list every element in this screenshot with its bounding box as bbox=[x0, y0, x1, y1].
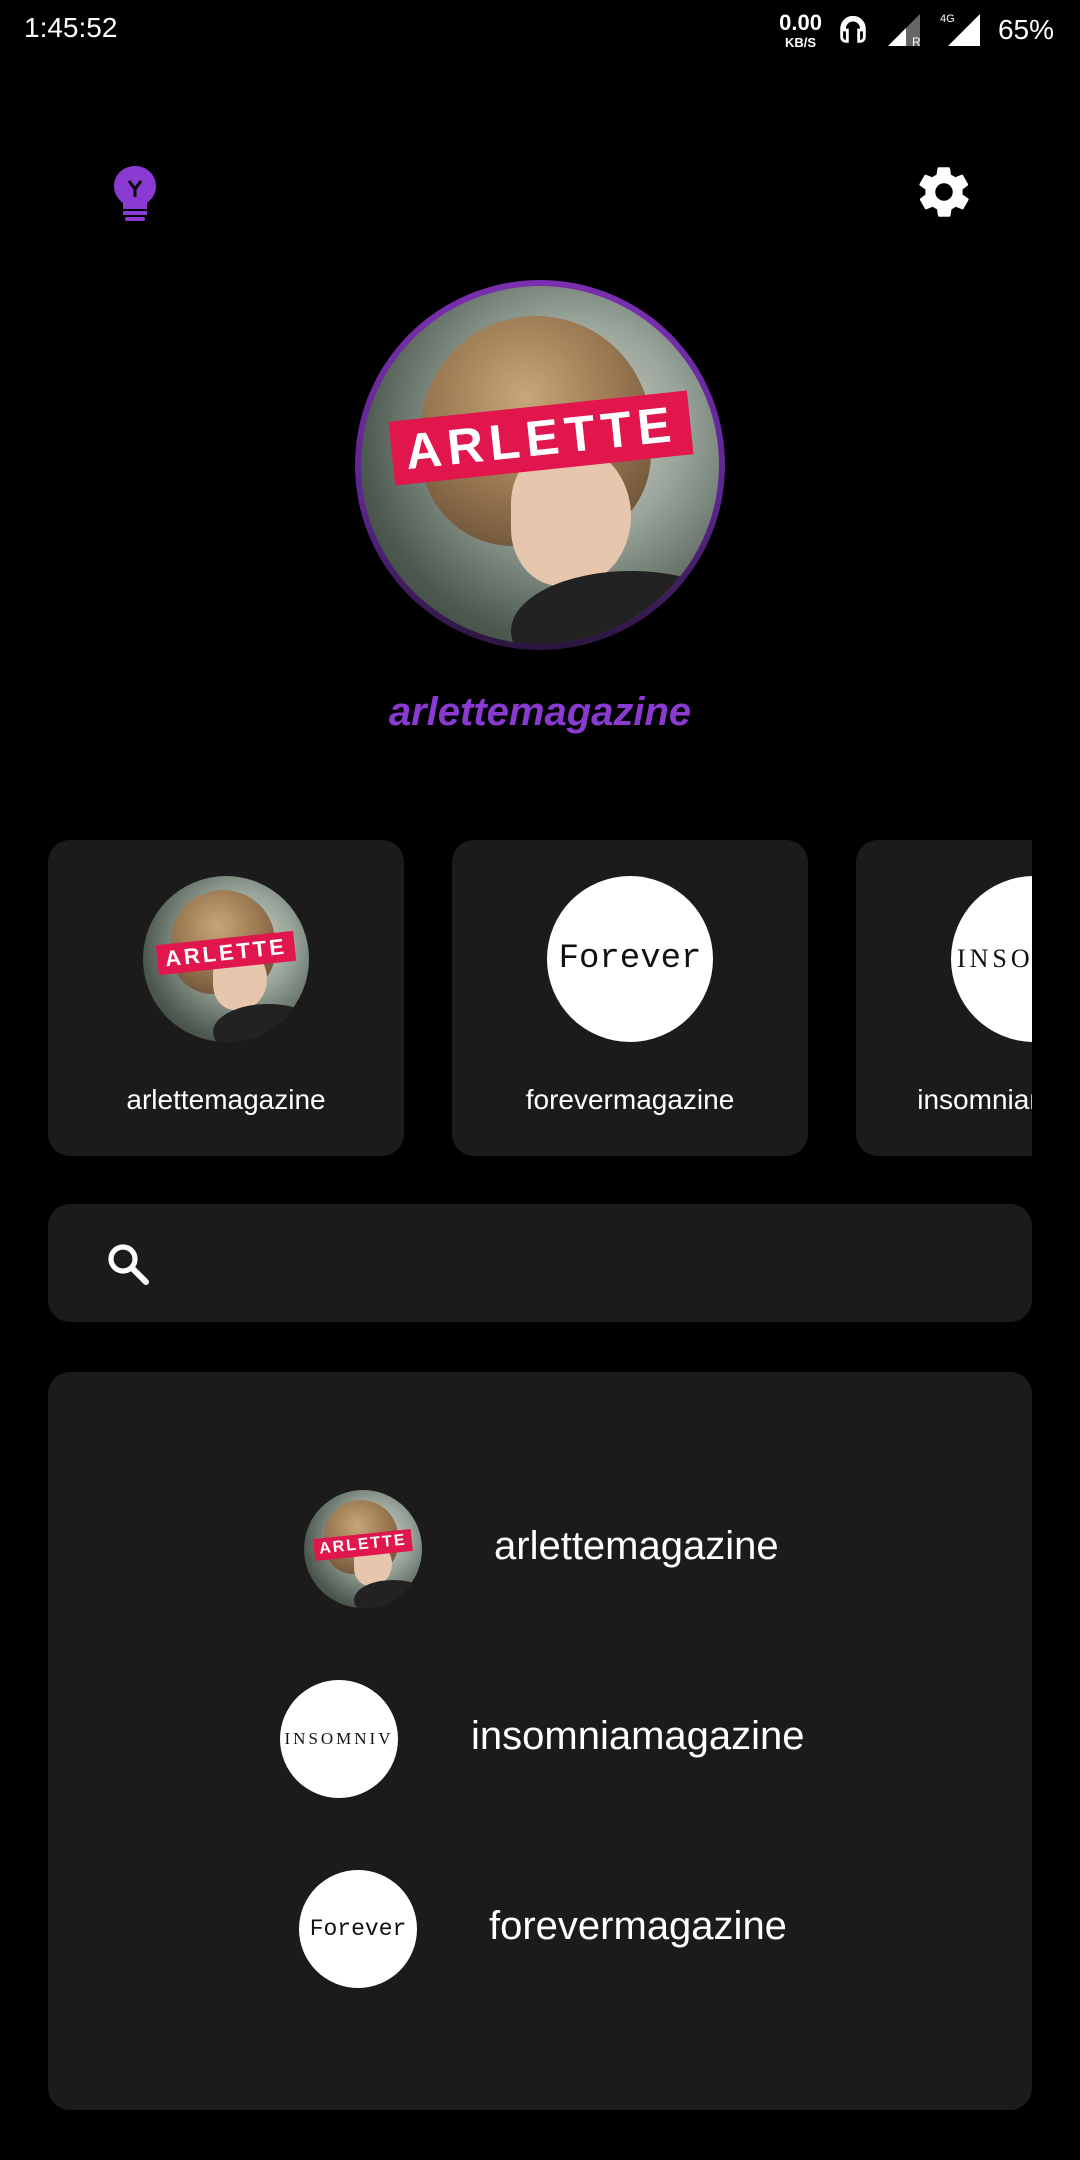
list-item[interactable]: Forever forevermagazine bbox=[48, 1870, 1032, 1990]
profile-name: arlettemagazine bbox=[388, 690, 692, 734]
avatar-shoulder bbox=[213, 1004, 309, 1042]
signal-roaming-badge: R bbox=[912, 35, 921, 49]
theme-toggle-button[interactable] bbox=[108, 164, 162, 222]
signal-4g-badge: 4G bbox=[940, 13, 955, 25]
headset-icon bbox=[840, 15, 866, 43]
card-avatar: Forever bbox=[547, 876, 713, 1042]
card-avatar-text: Forever bbox=[558, 940, 702, 978]
carousel-card[interactable]: Forever forevermagazine bbox=[452, 840, 808, 1156]
card-avatar: ARLETTE bbox=[143, 876, 309, 1042]
card-label: arlettemagazine bbox=[126, 1084, 326, 1115]
list-item-label: insomniamagazine bbox=[471, 1714, 805, 1758]
search-bar[interactable] bbox=[48, 1204, 1032, 1322]
signal-4g-icon: 4G bbox=[940, 13, 980, 46]
battery-level: 65% bbox=[997, 14, 1054, 45]
status-icons: 0.00 KB/S R 4G 65% bbox=[779, 8, 1054, 52]
list-item-avatar-text: INSOMNIV bbox=[284, 1729, 394, 1748]
status-bar: 1:45:52 0.00 KB/S R 4G 65% bbox=[0, 0, 1080, 58]
list-item[interactable]: ARLETTE arlettemagazine bbox=[48, 1490, 1032, 1610]
magazine-list: ARLETTE arlettemagazine INSOMNIV insomni… bbox=[48, 1372, 1032, 2110]
profile-avatar[interactable]: ARLETTE bbox=[355, 280, 725, 650]
list-item[interactable]: INSOMNIV insomniamagazine bbox=[48, 1680, 1032, 1800]
network-speed: 0.00 KB/S bbox=[779, 9, 822, 50]
search-icon bbox=[108, 1244, 149, 1285]
network-speed-value: 0.00 bbox=[779, 9, 822, 35]
signal-roaming-icon: R bbox=[887, 14, 921, 49]
card-avatar-text: INSOMNIA bbox=[957, 944, 1032, 973]
list-item-avatar-text: Forever bbox=[309, 1916, 407, 1942]
list-item-avatar: Forever bbox=[299, 1870, 417, 1988]
list-item-avatar: ARLETTE bbox=[304, 1490, 422, 1608]
card-avatar: INSOMNIA bbox=[951, 876, 1032, 1042]
lightbulb-icon bbox=[114, 166, 156, 221]
list-item-label: arlettemagazine bbox=[494, 1524, 779, 1568]
settings-button[interactable] bbox=[914, 162, 974, 222]
network-speed-unit: KB/S bbox=[785, 34, 817, 50]
search-input[interactable] bbox=[178, 1228, 1002, 1300]
carousel-card[interactable]: INSOMNIA insomniamagazine bbox=[856, 840, 1032, 1156]
status-time: 1:45:52 bbox=[24, 12, 118, 43]
gear-icon bbox=[919, 167, 969, 217]
profile-avatar-image: ARLETTE bbox=[361, 286, 719, 644]
list-item-avatar: INSOMNIV bbox=[280, 1680, 398, 1798]
magazine-carousel[interactable]: ARLETTE arlettemagazine Forever foreverm… bbox=[48, 840, 1032, 1156]
carousel-card[interactable]: ARLETTE arlettemagazine bbox=[48, 840, 404, 1156]
list-item-label: forevermagazine bbox=[489, 1904, 787, 1948]
card-label: forevermagazine bbox=[525, 1084, 735, 1115]
card-label: insomniamagazine bbox=[917, 1084, 1032, 1115]
